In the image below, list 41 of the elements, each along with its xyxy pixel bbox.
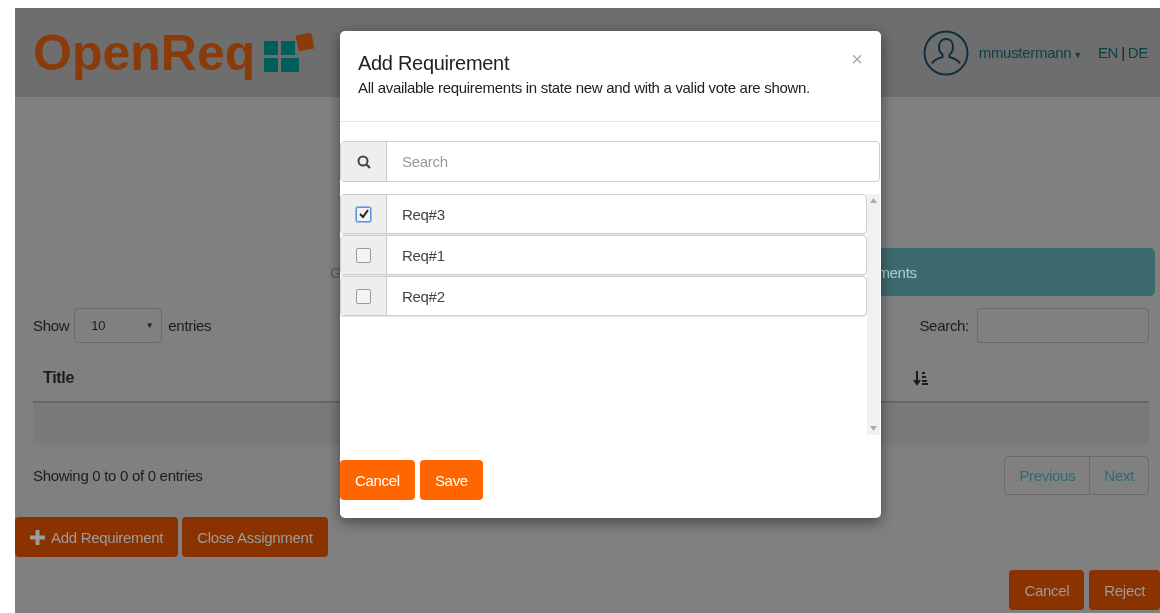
pagination-button[interactable]: Next (1089, 457, 1148, 494)
footer-button[interactable]: Reject (1089, 570, 1160, 610)
modal-button[interactable]: Cancel (340, 460, 415, 500)
action-button[interactable]: Add Requirement (15, 517, 179, 557)
item-label: Req#2 (401, 286, 445, 307)
list-item[interactable]: Req#3 (340, 194, 867, 234)
caret-icon: ▼ (145, 321, 154, 330)
scroll-up-icon[interactable] (870, 198, 877, 203)
action-button[interactable]: Close Assignment (182, 517, 328, 557)
pagination-button[interactable]: Previous (1005, 457, 1090, 494)
checkbox[interactable] (356, 247, 371, 263)
logo-text: OpenReq (33, 27, 256, 78)
language-link[interactable]: DE (1127, 44, 1148, 61)
search-icon (356, 154, 371, 169)
item-label: Req#3 (401, 204, 445, 225)
label: Search: (919, 317, 969, 334)
label: entries (168, 317, 212, 334)
column-header[interactable]: Title (43, 369, 75, 387)
footer-button[interactable]: Cancel (1009, 570, 1085, 610)
avatar-icon[interactable] (922, 29, 969, 76)
table-info: Showing 0 to 0 of 0 entries (33, 467, 203, 484)
scrollbar[interactable] (867, 194, 880, 435)
item-label: Req#1 (401, 245, 445, 266)
modal-button[interactable]: Save (419, 460, 483, 500)
user-menu[interactable]: mmustermann▼ (978, 44, 1088, 61)
check-icon (358, 209, 369, 219)
label: Show (33, 317, 70, 334)
sort-icon[interactable] (913, 370, 929, 386)
list-item[interactable]: Req#1 (340, 235, 867, 275)
modal-title: Add Requirement (358, 52, 510, 75)
plus-icon (30, 529, 45, 545)
close-button[interactable]: × (851, 49, 863, 69)
logo-icon (264, 32, 317, 73)
page-size-select[interactable]: 10 ▼ (74, 308, 163, 343)
scroll-down-icon[interactable] (870, 426, 877, 431)
language-link[interactable]: EN (1097, 44, 1119, 61)
checkbox[interactable] (356, 288, 371, 304)
modal-subtitle: All available requirements in state new and with a valid vote are shown. (358, 79, 810, 96)
checkbox[interactable] (356, 206, 371, 222)
list-item[interactable]: Req#2 (340, 276, 867, 316)
separator-text: | (1121, 44, 1125, 61)
